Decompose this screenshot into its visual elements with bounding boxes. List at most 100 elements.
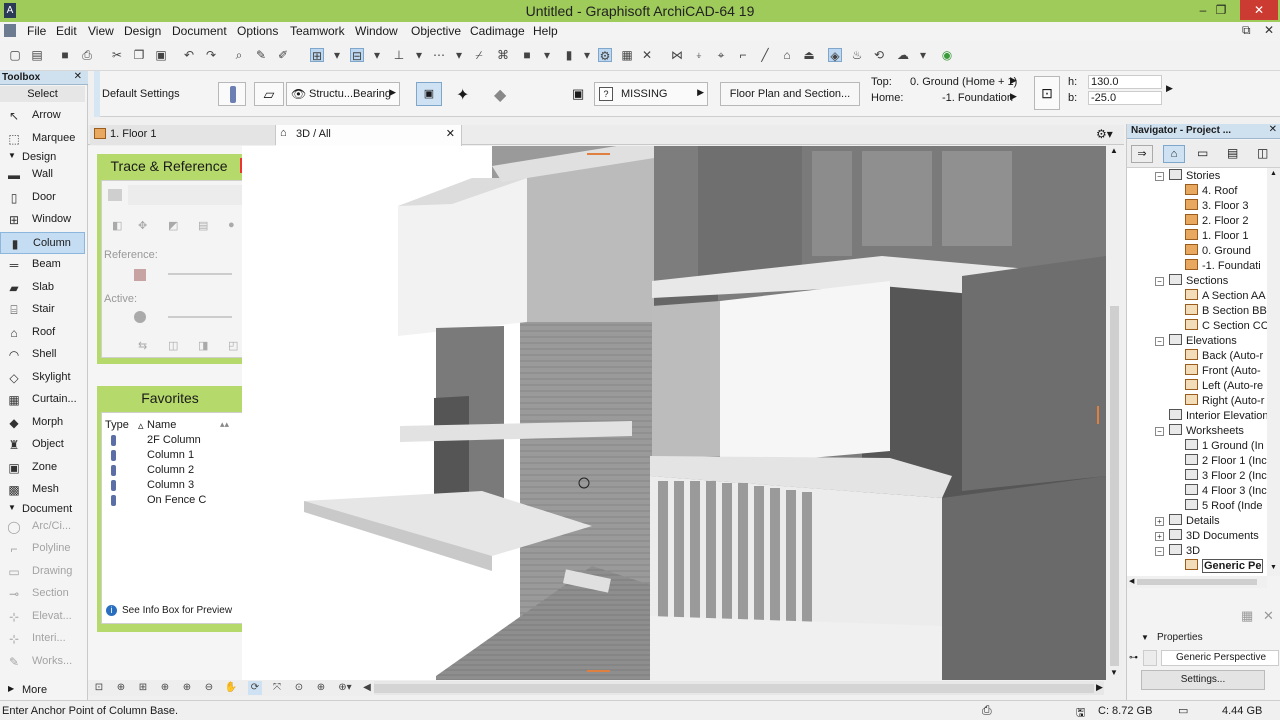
geometry-method-button[interactable]: ▱ — [254, 82, 284, 106]
dropdown-icon[interactable]: ▾ — [452, 48, 466, 62]
pointer-icon[interactable]: ⌖ — [714, 48, 728, 62]
scroll-thumb[interactable] — [1137, 579, 1257, 585]
trace-source-dropdown[interactable] — [128, 185, 248, 205]
horizontal-scrollbar[interactable]: ▶ — [374, 681, 1104, 695]
fit-window-icon[interactable]: ⊡ — [92, 681, 106, 695]
tree-item[interactable]: -1. Foundati — [1185, 259, 1261, 274]
reference-opacity-slider[interactable] — [168, 273, 232, 275]
expand-toggle-icon[interactable]: − — [1155, 427, 1164, 436]
tool-morph[interactable]: ◆ Morph — [0, 412, 85, 434]
tool-marquee[interactable]: ⬚ Marquee — [0, 128, 85, 150]
tool-stair[interactable]: ⌸ Stair — [0, 299, 85, 321]
app-menu-icon[interactable] — [4, 24, 16, 37]
default-settings-label[interactable]: Default Settings — [102, 88, 180, 100]
close-icon[interactable]: ✕ — [1269, 124, 1277, 135]
orientation-icon[interactable]: ✦ — [456, 85, 469, 105]
favorite-item[interactable]: Column 3 — [102, 478, 242, 493]
active-opacity-slider[interactable] — [168, 316, 232, 318]
tree-scrollbar[interactable]: ▲ ▼ — [1267, 168, 1280, 576]
walk-icon[interactable]: ⟲ — [872, 48, 886, 62]
height-field[interactable]: 130.0 — [1088, 75, 1162, 89]
tree-item[interactable]: 1 Ground (In — [1185, 439, 1264, 454]
menu-teamwork[interactable]: Teamwork — [290, 24, 345, 38]
tool-roof[interactable]: ⌂ Roof — [0, 322, 85, 344]
trim-icon[interactable]: ⌿ — [472, 48, 486, 62]
tree-item[interactable]: 2. Floor 2 — [1185, 214, 1248, 229]
redo-icon[interactable]: ↷ — [204, 48, 218, 62]
dropdown-icon[interactable]: ⊕▾ — [338, 681, 352, 695]
building-material-dropdown[interactable]: ? MISSING ▶ — [594, 82, 708, 106]
tool-elevat[interactable]: ⊹ Elevat... — [0, 606, 85, 628]
tool-beam[interactable]: ═ Beam — [0, 254, 85, 276]
tab-floor-plan[interactable]: 1. Floor 1 — [90, 125, 276, 145]
design-section[interactable]: ▼ Design — [0, 151, 85, 165]
tree-folder[interactable]: − 3D — [1155, 544, 1200, 559]
pick-up-icon[interactable]: ✎ — [254, 48, 268, 62]
menu-edit[interactable]: Edit — [56, 24, 77, 38]
anchor-point-button[interactable]: ▣ — [416, 82, 442, 106]
chevron-right-icon[interactable]: ▶ — [1166, 83, 1173, 94]
tab-3d[interactable]: ⌂ 3D / All ✕ — [276, 125, 462, 146]
menu-window[interactable]: Window — [355, 24, 398, 38]
tool-section[interactable]: ⊸ Section — [0, 583, 85, 605]
menu-options[interactable]: Options — [237, 24, 278, 38]
vertical-scrollbar[interactable]: ▲ ▼ — [1106, 146, 1124, 680]
close-icon[interactable]: ✕ — [74, 71, 82, 82]
menu-cadimage[interactable]: Cadimage — [470, 24, 525, 38]
house-icon[interactable]: ⌂ — [780, 48, 794, 62]
tree-item[interactable]: Front (Auto- — [1185, 364, 1261, 379]
tool-interi[interactable]: ⊹ Interi... — [0, 628, 85, 650]
scroll-right-icon[interactable]: ▶ — [1096, 682, 1103, 693]
view-name-field[interactable]: Generic Perspective — [1161, 650, 1279, 666]
split-icon[interactable]: ⌘ — [496, 48, 510, 62]
tool-polyline[interactable]: ⌐ Polyline — [0, 538, 85, 560]
tool-arrow[interactable]: ↖ Arrow — [0, 105, 85, 127]
favorite-item[interactable]: Column 1 — [102, 448, 242, 463]
swap-icon[interactable]: ⇆ — [138, 339, 147, 352]
explore-icon[interactable]: ⊙ — [292, 681, 306, 695]
tree-item[interactable]: 4 Floor 3 (Inc — [1185, 484, 1267, 499]
distribute-icon[interactable]: ⋯ — [432, 48, 446, 62]
print-icon[interactable]: ⎙ — [80, 48, 94, 62]
expand-toggle-icon[interactable]: + — [1155, 517, 1164, 526]
tree-item[interactable]: 4. Roof — [1185, 184, 1237, 199]
collapse-icon[interactable]: ▼ — [1141, 633, 1149, 642]
new-folder-icon[interactable]: ▦ — [1241, 608, 1253, 624]
cut-icon[interactable]: ✂ — [110, 48, 124, 62]
delete-icon[interactable]: ✕ — [1263, 608, 1274, 624]
magic-wand-icon[interactable]: ⚙ — [598, 48, 612, 63]
expand-toggle-icon[interactable]: − — [1155, 277, 1164, 286]
printer-icon[interactable]: ⎙ — [982, 703, 992, 718]
chevron-right-icon[interactable]: ▶ — [1010, 75, 1017, 86]
zoom-out-icon[interactable]: ⊖ — [202, 681, 216, 695]
split-view-icon[interactable]: ◨ — [198, 339, 208, 352]
column-header-name[interactable]: Name — [147, 419, 176, 431]
close-x-icon[interactable]: ✕ — [640, 48, 654, 62]
layer-icon[interactable]: ⊞ — [310, 48, 324, 63]
dropdown-icon[interactable]: ▾ — [580, 48, 594, 62]
tool-shell[interactable]: ◠ Shell — [0, 344, 85, 366]
tool-drawing[interactable]: ▭ Drawing — [0, 561, 85, 583]
dropdown-icon[interactable]: ▾ — [330, 48, 344, 62]
overlay-icon[interactable]: ◫ — [168, 339, 178, 352]
marker-icon[interactable]: ⍖ — [692, 48, 706, 62]
trace-compare-icon[interactable]: ● — [228, 219, 235, 231]
chevron-right-icon[interactable]: ▶ — [1010, 91, 1017, 102]
tree-item[interactable]: Right (Auto-r — [1185, 394, 1264, 409]
top-story-value[interactable]: 0. Ground (Home + 1) — [910, 76, 1017, 88]
maximize-button[interactable]: ❐ — [1206, 0, 1236, 20]
rotate-icon[interactable]: ◆ — [494, 85, 506, 105]
bottom-offset-field[interactable]: -25.0 — [1088, 91, 1162, 105]
tree-folder[interactable]: +3D Documents — [1155, 529, 1259, 544]
layout-icon[interactable]: ◰ — [228, 339, 238, 352]
scroll-left-icon[interactable]: ◀ — [1129, 577, 1134, 585]
tool-column[interactable]: ▮ Column — [0, 231, 85, 254]
tool-works[interactable]: ✎ Works... — [0, 651, 85, 673]
expand-toggle-icon[interactable]: + — [1155, 532, 1164, 541]
scroll-down-icon[interactable]: ▼ — [1270, 564, 1277, 571]
trace-move-icon[interactable]: ◧ — [112, 219, 122, 232]
menu-file[interactable]: File — [27, 24, 46, 38]
group-icon[interactable]: ■ — [520, 48, 534, 62]
tool-arc-ci[interactable]: ◯ Arc/Ci... — [0, 516, 85, 538]
tree-item[interactable]: Back (Auto-r — [1185, 349, 1263, 364]
